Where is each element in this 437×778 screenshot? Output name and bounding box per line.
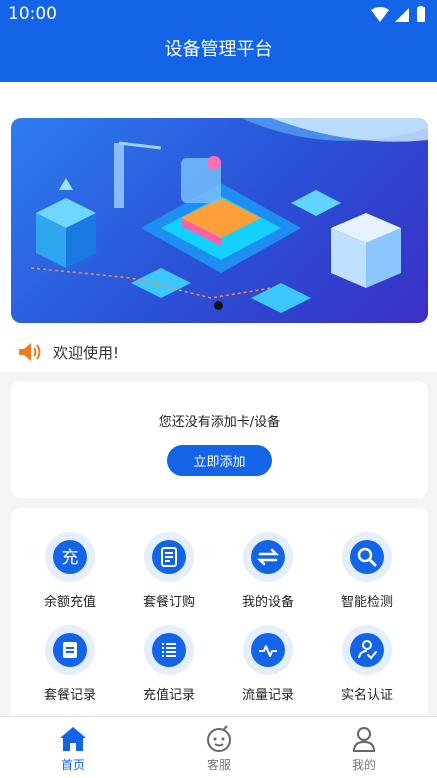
menu-item-label: 余额充值: [43, 595, 96, 610]
verify-icon: [358, 640, 377, 660]
menu-item-label: 智能检测: [340, 595, 393, 610]
search-icon: [357, 547, 377, 567]
menu-item-smart-detect[interactable]: 智能检测: [319, 532, 415, 612]
traffic-icon: [259, 645, 277, 657]
add-now-button[interactable]: 立即添加: [167, 445, 272, 476]
menu-item-label: 我的设备: [241, 595, 294, 610]
banner-illustration: [30, 118, 428, 313]
list-icon: [162, 643, 176, 657]
menu-item-traffic-record[interactable]: 流量记录: [220, 625, 316, 705]
notice-bar: 欢迎使用!: [0, 336, 437, 368]
package-record-icon: [63, 642, 77, 658]
order-icon: [161, 547, 177, 567]
feature-grid: 充 余额充值 套餐订购 我的设备 智能检测 套餐记录 充值记录 流量记录 实名认…: [11, 508, 428, 723]
menu-item-label: 实名认证: [340, 688, 393, 703]
app-bar: 设备管理平台: [0, 30, 437, 82]
menu-item-package-order[interactable]: 套餐订购: [121, 532, 217, 612]
menu-item-balance-recharge[interactable]: 充 余额充值: [22, 532, 118, 612]
devices-icon: [256, 548, 280, 566]
charge-icon: 充: [62, 548, 79, 568]
home-icon: [60, 727, 86, 751]
battery-icon: [417, 7, 425, 22]
tab-label: 我的: [351, 758, 376, 772]
menu-item-real-name-verify[interactable]: 实名认证: [319, 625, 415, 705]
status-time: 10:00: [8, 4, 57, 24]
tab-label: 客服: [206, 758, 231, 772]
menu-item-recharge-record[interactable]: 充值记录: [121, 625, 217, 705]
tab-home[interactable]: 首页: [0, 717, 146, 778]
tab-profile[interactable]: 我的: [291, 717, 437, 778]
speaker-icon: [19, 343, 41, 361]
wifi-icon: [371, 7, 389, 22]
notice-text: 欢迎使用!: [53, 344, 120, 362]
system-status-icons: [371, 6, 425, 22]
status-bar: 10:00: [0, 0, 437, 30]
menu-item-label: 套餐订购: [142, 595, 195, 610]
menu-item-my-devices[interactable]: 我的设备: [220, 532, 316, 612]
empty-message: 您还没有添加卡/设备: [158, 415, 281, 430]
bottom-tab-bar: 首页 客服 我的: [0, 716, 437, 778]
menu-item-label: 充值记录: [142, 688, 195, 703]
charge-glyph: 充: [62, 548, 79, 568]
menu-item-label: 流量记录: [241, 688, 294, 703]
signal-icon: [395, 8, 409, 22]
tab-service[interactable]: 客服: [146, 717, 292, 778]
service-icon: [207, 725, 231, 752]
tab-label: 首页: [60, 758, 85, 772]
menu-item-label: 套餐记录: [43, 688, 96, 703]
menu-item-package-record[interactable]: 套餐记录: [22, 625, 118, 705]
banner-carousel[interactable]: [11, 118, 428, 323]
carousel-indicator[interactable]: [214, 301, 223, 310]
page-title: 设备管理平台: [164, 39, 273, 60]
device-empty-card: 您还没有添加卡/设备 立即添加: [11, 381, 428, 498]
profile-icon: [352, 727, 376, 752]
